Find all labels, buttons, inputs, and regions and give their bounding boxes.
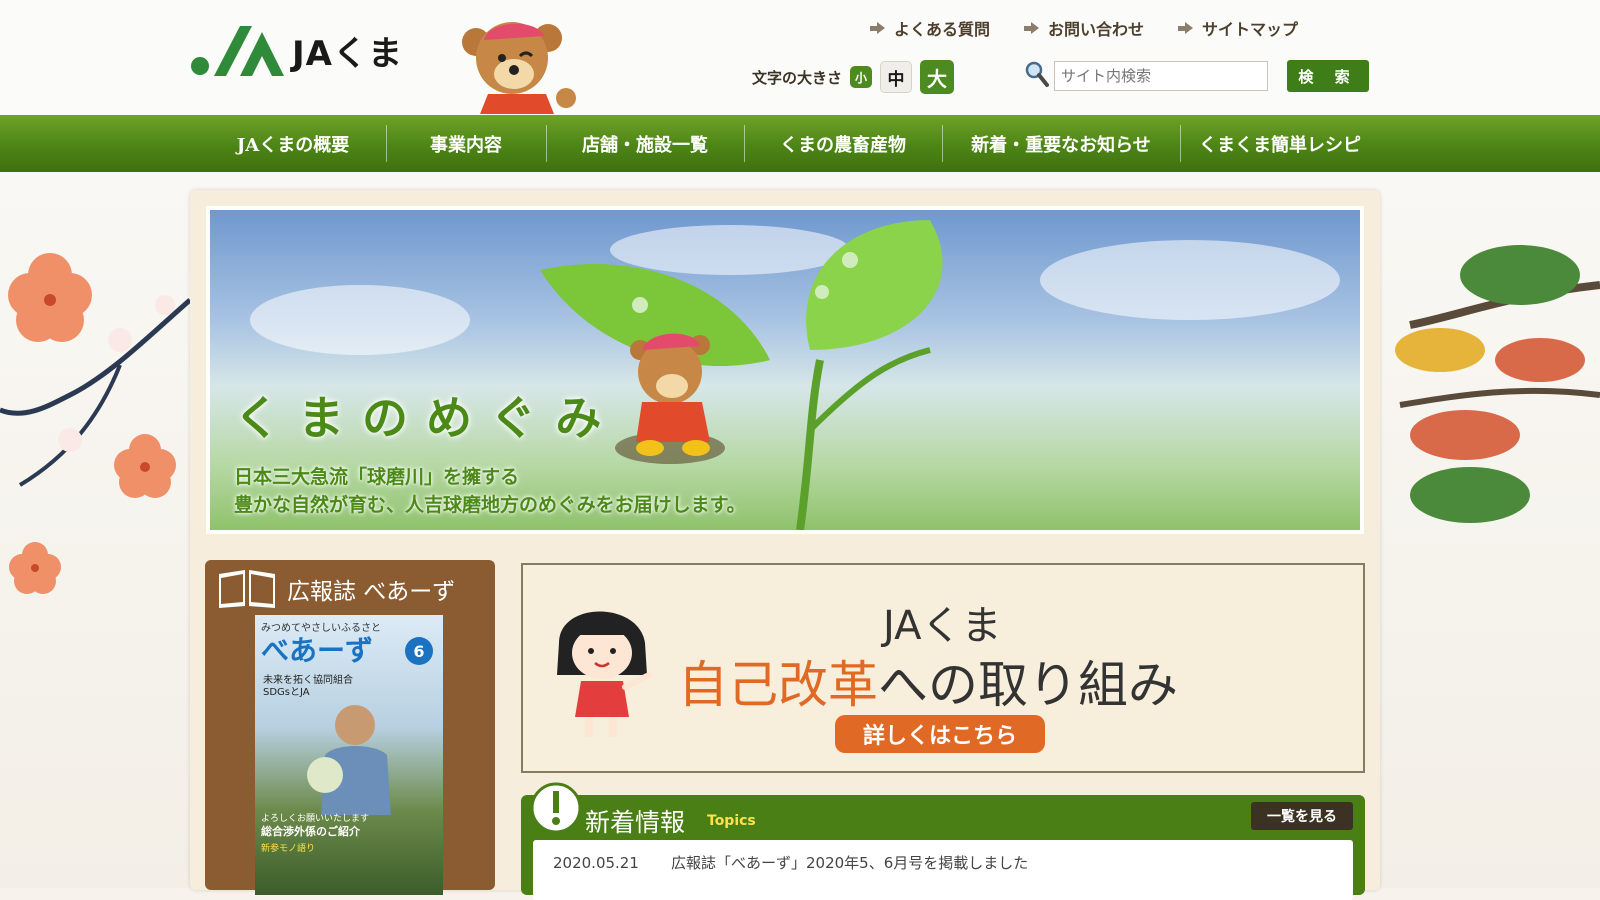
topics-title: 新着情報 <box>585 808 686 837</box>
view-all-button[interactable]: 一覧を見る <box>1251 802 1353 830</box>
hero-banner[interactable]: くまのめぐみ 日本三大急流「球磨川」を擁する 豊かな自然が育む、人吉球磨地方のめ… <box>206 206 1364 534</box>
list-item[interactable]: 2020.05.21 広報誌「べあーず」2020年5、6月号を掲載しました <box>553 852 1028 873</box>
magazine-panel: 広報誌 べあーず みつめてやさしいふるさと べあーず 6 未来を拓く協同組合 S… <box>205 560 495 895</box>
search-button[interactable]: 検 索 <box>1287 60 1369 92</box>
arrow-right-icon <box>1024 22 1040 34</box>
reform-title-accent: 自己改革 <box>678 656 878 714</box>
nav-item-overview[interactable]: JAくまの概要 <box>200 115 386 172</box>
sitemap-label: サイトマップ <box>1202 20 1299 39</box>
faq-label: よくある質問 <box>894 20 991 39</box>
nav-item-products[interactable]: くまの農畜産物 <box>744 115 942 172</box>
utility-links: よくある質問 お問い合わせ サイトマップ <box>870 16 1298 40</box>
arrow-right-icon <box>870 22 886 34</box>
cover-title: べあーず <box>261 634 374 667</box>
logo-text: JAくま <box>292 33 403 74</box>
magazine-heading: 広報誌 べあーず <box>287 579 456 605</box>
cover-issue-badge: 6 <box>405 637 433 665</box>
cover-bottom-3: 新参モノ語り <box>261 844 316 854</box>
nav-item-recipes[interactable]: くまくま簡単レシピ <box>1180 115 1380 172</box>
reform-title: 自己改革への取り組み <box>678 645 1178 717</box>
ja-logo-icon <box>191 26 284 76</box>
open-book-icon <box>219 570 275 608</box>
site-search-input[interactable] <box>1054 61 1268 91</box>
arrow-right-icon <box>1178 22 1194 34</box>
font-size-medium-button[interactable]: 中 <box>880 61 913 93</box>
farmer-photo <box>307 705 391 815</box>
font-size-label: 文字の大きさ <box>752 68 843 87</box>
font-size-large-button[interactable]: 大 <box>920 60 955 94</box>
contact-link[interactable]: お問い合わせ <box>1024 16 1144 40</box>
nav-item-stores[interactable]: 店舗・施設一覧 <box>546 115 744 172</box>
plum-blossom-decoration <box>0 253 190 594</box>
girl-character-image <box>557 611 652 737</box>
self-reform-banner[interactable]: JAくま 自己改革への取り組み 詳しくはこちら <box>521 563 1365 773</box>
hero-tagline-1: 日本三大急流「球磨川」を擁する <box>234 466 520 488</box>
contact-label: お問い合わせ <box>1048 20 1145 39</box>
search-icon <box>1025 61 1049 87</box>
hero-title: くまのめぐみ <box>234 391 620 445</box>
topics-list: 2020.05.21 広報誌「べあーず」2020年5、6月号を掲載しました <box>533 840 1353 900</box>
magazine-cover-image[interactable]: みつめてやさしいふるさと べあーず 6 未来を拓く協同組合 SDGsとJA よろ… <box>255 615 443 895</box>
exclamation-bubble-icon <box>530 782 582 834</box>
reform-org-name: JAくま <box>883 603 1002 649</box>
topic-date: 2020.05.21 <box>553 854 639 872</box>
topics-panel: 新着情報 Topics 一覧を見る 2020.05.21 広報誌「べあーず」202… <box>521 782 1365 900</box>
font-size-small-button[interactable]: 小 <box>850 66 873 88</box>
cover-bottom-2: 総合渉外係のご紹介 <box>261 825 360 838</box>
hero-tagline-2: 豊かな自然が育む、人吉球磨地方のめぐみをお届けします。 <box>234 494 746 516</box>
reform-details-button[interactable]: 詳しくはこちら <box>835 715 1045 753</box>
site-header: JAくま よくある質問 お問い合わせ サイトマップ 文字の大きさ 小 中 大 検… <box>0 0 1600 115</box>
bear-mascot-image <box>462 22 576 114</box>
nav-item-news[interactable]: 新着・重要なお知らせ <box>942 115 1180 172</box>
ja-kuma-logo[interactable]: JAくま <box>190 20 403 80</box>
topics-subtitle: Topics <box>707 813 756 829</box>
sitemap-link[interactable]: サイトマップ <box>1178 16 1298 40</box>
pine-tree-decoration <box>1395 245 1600 523</box>
global-nav: JAくまの概要 事業内容 店舗・施設一覧 くまの農畜産物 新着・重要なお知らせ … <box>0 115 1600 172</box>
nav-item-business[interactable]: 事業内容 <box>386 115 546 172</box>
reform-title-rest: への取り組み <box>878 656 1178 714</box>
font-size-switcher: 文字の大きさ 小 中 大 <box>752 60 955 94</box>
faq-link[interactable]: よくある質問 <box>870 16 990 40</box>
topic-text: 広報誌「べあーず」2020年5、6月号を掲載しました <box>671 854 1029 872</box>
